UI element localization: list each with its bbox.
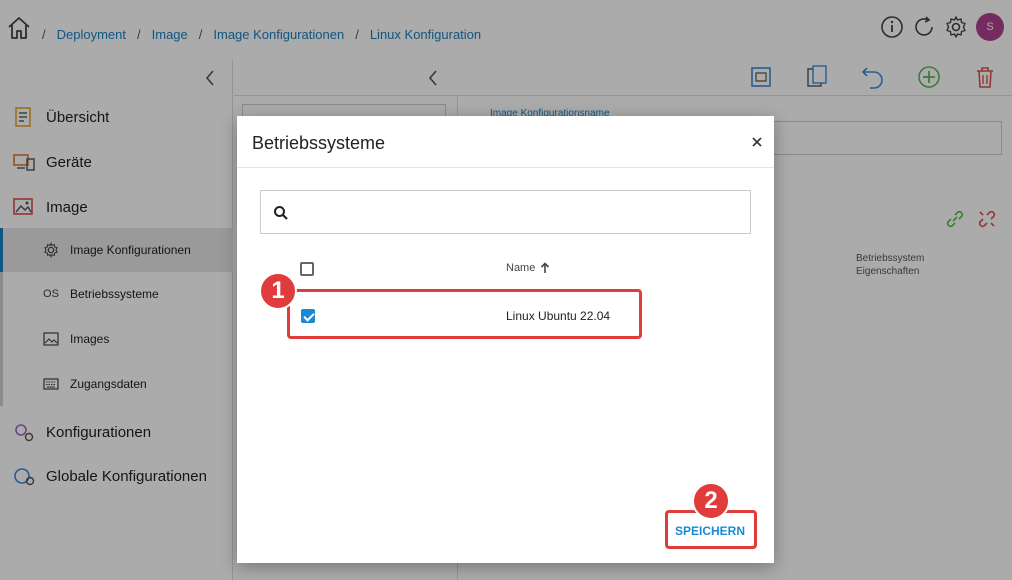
- column-header-label: Name: [506, 262, 536, 274]
- column-header-name[interactable]: Name: [506, 262, 550, 274]
- dialog-title: Betriebssysteme: [252, 133, 386, 153]
- table-header: Name: [237, 258, 774, 280]
- search-icon: [274, 206, 288, 220]
- select-all-checkbox[interactable]: [300, 262, 314, 276]
- close-icon[interactable]: [750, 135, 764, 149]
- highlight-box: [287, 289, 642, 339]
- search-box: [260, 190, 751, 234]
- step-badge: 2: [692, 482, 730, 520]
- dialog-header: Betriebssysteme: [237, 116, 774, 168]
- step-badge: 1: [259, 272, 297, 310]
- search-input[interactable]: [299, 197, 739, 227]
- sort-ascending-icon: [541, 262, 550, 273]
